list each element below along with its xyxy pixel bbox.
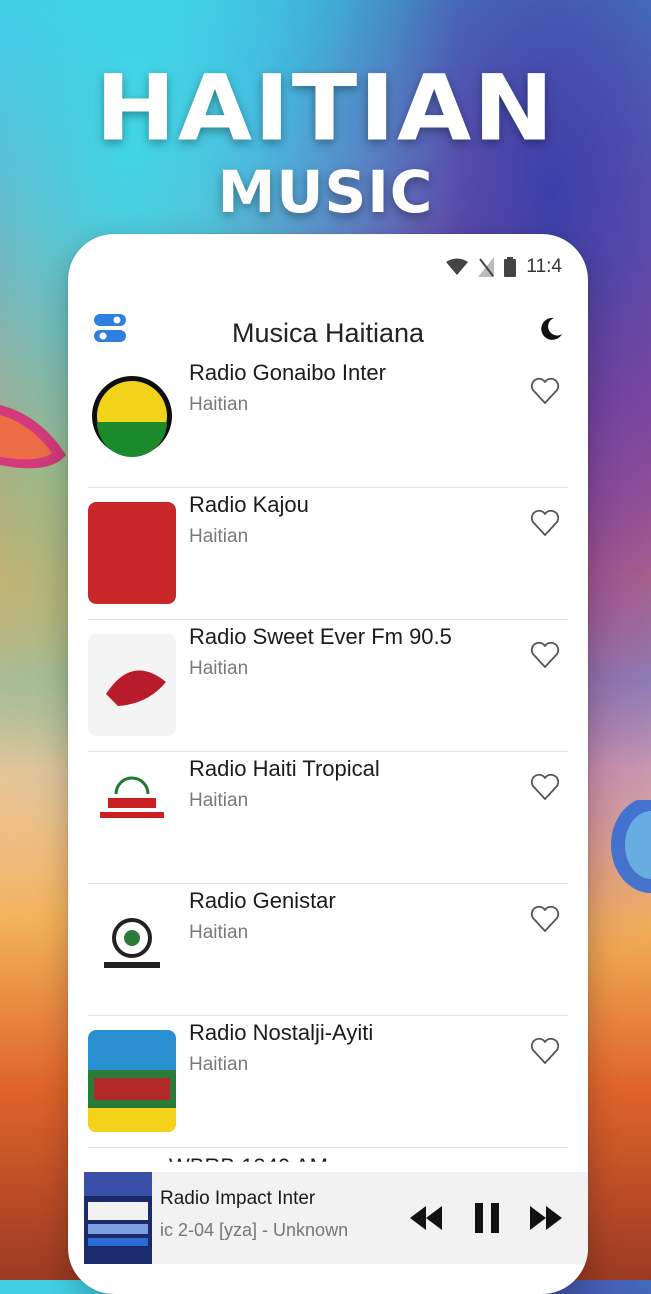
hero-subtitle: MUSIC (217, 158, 434, 226)
station-logo (88, 502, 176, 604)
station-name: Radio Kajou (189, 492, 309, 517)
status-time: 11:4 (526, 256, 562, 277)
favorite-heart-icon[interactable] (530, 1036, 560, 1066)
favorite-heart-icon[interactable] (530, 376, 560, 406)
station-logo (88, 898, 176, 1000)
station-list-item[interactable]: Radio Kajou Haitian (88, 488, 568, 620)
station-list-item[interactable]: Radio Gonaibo Inter Haitian (88, 356, 568, 488)
hero-title: HAITIAN (95, 54, 556, 162)
station-list-item[interactable]: Radio Haiti Tropical Haitian (88, 752, 568, 884)
station-genre: Haitian (189, 790, 249, 811)
phone-frame: 11:4 Musica Haitiana Radio Gonaibo Inter… (68, 234, 588, 1294)
status-bar: 11:4 (446, 252, 562, 282)
station-name: Radio Gonaibo Inter (189, 360, 386, 385)
station-genre: Haitian (189, 1054, 249, 1075)
station-name: Radio Nostalji-Ayiti (189, 1020, 374, 1045)
station-logo (88, 634, 176, 736)
station-name: Radio Genistar (189, 888, 336, 913)
station-logo (88, 766, 176, 868)
station-name: Radio Sweet Ever Fm 90.5 (189, 624, 452, 649)
fast-forward-icon[interactable] (528, 1200, 564, 1236)
favorite-heart-icon[interactable] (530, 640, 560, 670)
battery-icon (504, 257, 517, 277)
mini-player[interactable]: Radio Impact Inter ic 2-04 [yza] - Unkno… (84, 1172, 588, 1264)
player-title: Radio Impact Inter (160, 1188, 316, 1209)
background-decoration-right (611, 800, 651, 893)
station-logo (88, 1030, 176, 1132)
pause-icon[interactable] (472, 1200, 502, 1236)
moon-icon[interactable] (538, 316, 564, 342)
station-genre: Haitian (189, 394, 249, 415)
station-genre: Haitian (189, 526, 249, 547)
station-name: Radio Haiti Tropical (189, 756, 380, 781)
station-list-item[interactable]: Radio Nostalji-Ayiti Haitian (88, 1016, 568, 1148)
app-title: Musica Haitiana (231, 317, 425, 348)
station-logo (88, 370, 176, 472)
station-genre: Haitian (189, 658, 249, 679)
no-signal-icon (478, 257, 495, 277)
player-track-meta: ic 2-04 [yza] - Unknown (160, 1220, 349, 1240)
station-genre: Haitian (189, 922, 249, 943)
station-list: Radio Gonaibo Inter Haitian Radio Kajou … (68, 360, 588, 1148)
player-artwork (84, 1172, 152, 1264)
favorite-heart-icon[interactable] (530, 904, 560, 934)
favorite-heart-icon[interactable] (530, 508, 560, 538)
station-list-item[interactable]: Radio Sweet Ever Fm 90.5 Haitian (88, 620, 568, 752)
favorite-heart-icon[interactable] (530, 772, 560, 802)
background-decoration (0, 405, 66, 469)
wifi-icon (446, 258, 469, 275)
station-list-item[interactable]: Radio Genistar Haitian (88, 884, 568, 1016)
rewind-icon[interactable] (408, 1200, 444, 1236)
